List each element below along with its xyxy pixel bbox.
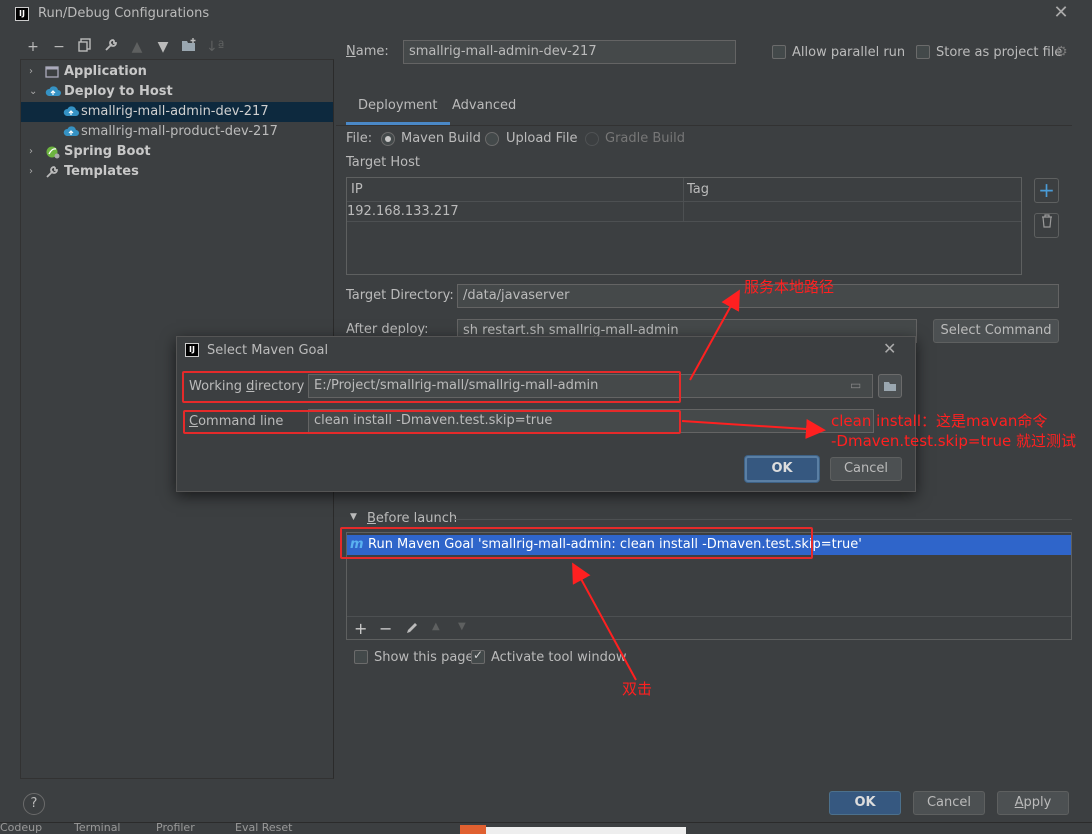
arrow-to-local-path-note xyxy=(689,289,740,381)
skip-test-annotation: -Dmaven.test.skip=true 就过测试 xyxy=(831,432,1077,450)
arrow-to-command-note xyxy=(681,418,826,439)
clean-install-annotation: clean install：这是mavan命令 xyxy=(831,412,1048,430)
local-path-annotation: 服务本地路径 xyxy=(744,278,835,296)
arrow-to-maven-goal xyxy=(572,562,637,681)
double-click-annotation: 双击 xyxy=(622,680,653,698)
